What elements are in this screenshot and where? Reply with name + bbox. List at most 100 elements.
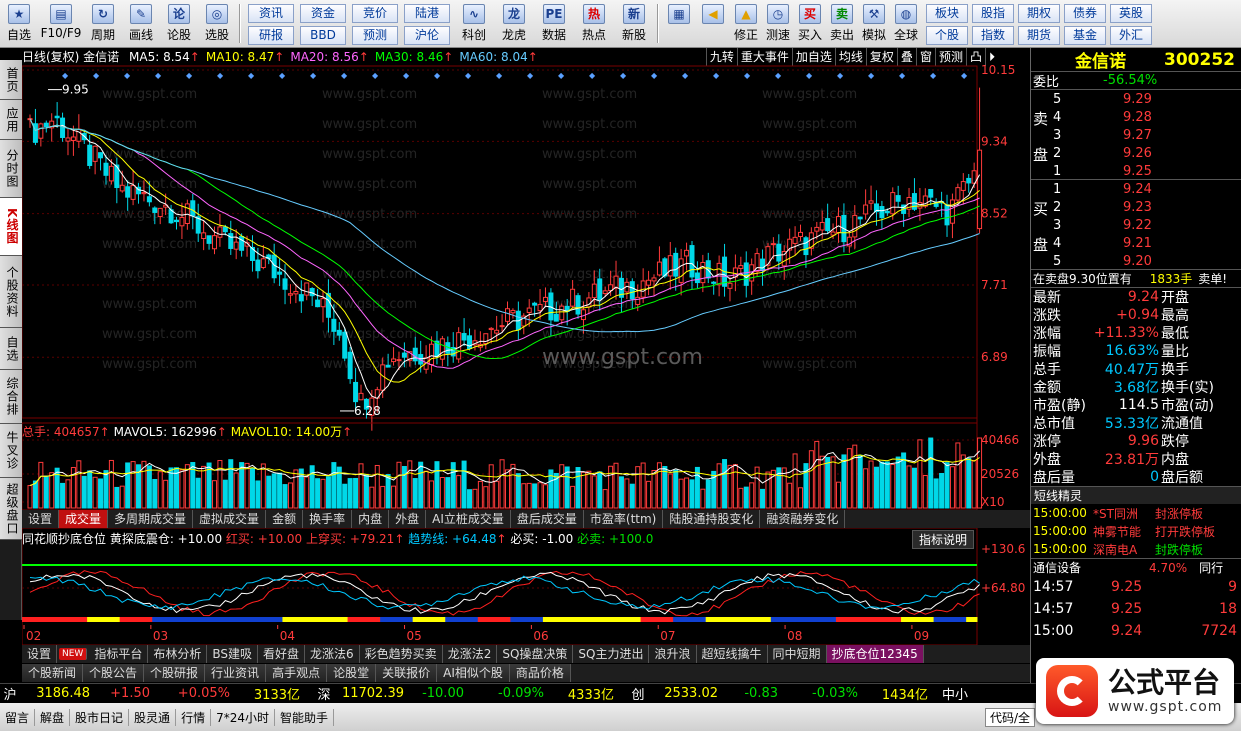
indicator-tab-1[interactable]: NEW [59, 648, 88, 660]
indicator-tab-4[interactable]: BS建吸 [207, 645, 259, 663]
indicator-tab-12[interactable]: 超短线擒牛 [697, 645, 768, 663]
grid2-button-2[interactable]: 期权 [1018, 4, 1060, 23]
left-tab-4[interactable]: 个股资料 [0, 256, 22, 328]
volume-tab-2[interactable]: 多周期成交量 [108, 510, 194, 528]
volume-tab-10[interactable]: 市盈率(ttm) [584, 510, 664, 528]
left-tab-1[interactable]: 应用 [0, 100, 22, 140]
indicator-explain-button[interactable]: 指标说明 [911, 530, 974, 549]
volume-tab-4[interactable]: 金额 [266, 510, 304, 528]
code-search-input[interactable]: 代码/全 [984, 707, 1035, 727]
bids-row[interactable]: 3 9.22 [1031, 216, 1241, 234]
volume-tab-8[interactable]: AI立桩成交量 [426, 510, 511, 528]
grid2-button-7[interactable]: 期货 [1018, 26, 1060, 45]
grid1-button-3[interactable]: 陆港 [404, 4, 450, 23]
indicator-tab-14[interactable]: 抄底仓位12345 [826, 645, 924, 663]
news-tab-8[interactable]: 商品价格 [509, 664, 571, 682]
volume-tab-7[interactable]: 外盘 [389, 510, 427, 528]
buttons2-button-4[interactable]: 新新股 [614, 0, 654, 47]
buttons3-button-6[interactable]: ⚒ 模拟 [858, 0, 890, 47]
indicator-tab-6[interactable]: 龙涨法6 [305, 645, 360, 663]
indicator-tab-9[interactable]: SQ操盘决策 [497, 645, 574, 663]
asks-row[interactable]: 5 9.29 [1031, 90, 1241, 108]
grid2-button-9[interactable]: 外汇 [1110, 26, 1152, 45]
asks-row[interactable]: 4 9.28 [1031, 108, 1241, 126]
asks-row[interactable]: 2 9.26 [1031, 144, 1241, 162]
elf-title[interactable]: 短线精灵 [1031, 486, 1241, 504]
news-tab-3[interactable]: 行业资讯 [205, 664, 267, 682]
elf-list[interactable]: 15:00:00 *ST同洲 封涨停板 15:00:00 神雾节能 打开跌停板 15:00:… [1031, 504, 1241, 558]
grid1-button-1[interactable]: 资金 [300, 4, 346, 23]
bids-row[interactable]: 5 9.20 [1031, 252, 1241, 270]
buttons3-button-5[interactable]: 卖卖出 [826, 0, 858, 47]
kline-chart-area[interactable]: 日线(复权) 金信诺 MA5: 8.54↑ MA10: 8.47↑ MA20: 8.… [22, 48, 1030, 645]
news-tab-4[interactable]: 高手观点 [266, 664, 328, 682]
elf-row[interactable]: 15:00:00 深南电A 封跌停板 [1031, 540, 1241, 558]
grid2-button-6[interactable]: 指数 [972, 26, 1014, 45]
buttons3-button-7[interactable]: ◍ 全球 [890, 0, 922, 47]
buttons3-button-3[interactable]: ◷ 测速 [762, 0, 794, 47]
news-tab-1[interactable]: 个股公告 [83, 664, 145, 682]
elf-row[interactable]: 15:00:00 *ST同洲 封涨停板 [1031, 504, 1241, 522]
buttons-button-3[interactable]: ✎ 画线 [122, 0, 160, 47]
left-tab-5[interactable]: 自选股 [0, 328, 22, 370]
indicator-tab-3[interactable]: 布林分析 [148, 645, 208, 663]
grid2-button-4[interactable]: 英股 [1110, 4, 1152, 23]
indicator-tab-11[interactable]: 浪升浪 [649, 645, 697, 663]
grid1-button-7[interactable]: 沪伦 [404, 26, 450, 45]
status-item-3[interactable]: 股灵通 [129, 708, 177, 726]
bids-row[interactable]: 1 9.24 [1031, 180, 1241, 198]
sector-row[interactable]: 通信设备 4.70% 同行 [1031, 558, 1241, 576]
volume-tab-11[interactable]: 陆股通持股变化 [663, 510, 761, 528]
grid2-button-8[interactable]: 基金 [1064, 26, 1106, 45]
status-item-5[interactable]: 7*24小时 [211, 708, 275, 726]
buttons3-button-2[interactable]: ▲ 修正 [730, 0, 762, 47]
indicator-tab-8[interactable]: 龙涨法2 [443, 645, 498, 663]
indicator-tab-2[interactable]: 指标平台 [89, 645, 149, 663]
buttons2-button-1[interactable]: 龙龙虎 [494, 0, 534, 47]
grid1-button-0[interactable]: 资讯 [248, 4, 294, 23]
volume-tab-5[interactable]: 换手率 [303, 510, 353, 528]
buttons3-button-0[interactable]: ▦ [662, 0, 696, 47]
grid1-button-5[interactable]: BBD [300, 26, 346, 45]
grid2-button-3[interactable]: 债券 [1064, 4, 1106, 23]
left-tab-0[interactable]: 首页 [0, 60, 22, 100]
buttons2-button-2[interactable]: PE 数据 [534, 0, 574, 47]
grid2-button-5[interactable]: 个股 [926, 26, 968, 45]
indicator-tab-5[interactable]: 看好盘 [258, 645, 306, 663]
buttons2-button-0[interactable]: ∿ 科创 [454, 0, 494, 47]
buttons-button-1[interactable]: ▤ F10/F9 [38, 0, 84, 47]
asks-row[interactable]: 1 9.25 [1031, 162, 1241, 180]
news-tab-0[interactable]: 个股新闻 [22, 664, 84, 682]
grid1-button-4[interactable]: 研报 [248, 26, 294, 45]
volume-tab-1[interactable]: 成交量 [59, 510, 109, 528]
news-tab-2[interactable]: 个股研报 [144, 664, 206, 682]
asks-row[interactable]: 3 9.27 [1031, 126, 1241, 144]
status-item-6[interactable]: 智能助手 [275, 708, 334, 726]
grid2-button-1[interactable]: 股指 [972, 4, 1014, 23]
left-tab-6[interactable]: 综合排名 [0, 370, 22, 424]
indicator-tab-0[interactable]: 设置 [22, 645, 58, 663]
volume-tab-3[interactable]: 虚拟成交量 [193, 510, 267, 528]
bids-row[interactable]: 4 9.21 [1031, 234, 1241, 252]
bids-row[interactable]: 2 9.23 [1031, 198, 1241, 216]
indicator-tab-13[interactable]: 同中短期 [768, 645, 827, 663]
volume-tab-0[interactable]: 设置 [22, 510, 60, 528]
elf-row[interactable]: 15:00:00 神雾节能 打开跌停板 [1031, 522, 1241, 540]
status-item-2[interactable]: 股市日记 [70, 708, 130, 726]
grid2-button-0[interactable]: 板块 [926, 4, 968, 23]
buttons2-button-3[interactable]: 热热点 [574, 0, 614, 47]
volume-tab-9[interactable]: 盘后成交量 [511, 510, 584, 528]
left-tab-3[interactable]: K线图 [0, 198, 22, 256]
grid1-button-6[interactable]: 预测 [352, 26, 398, 45]
buttons-button-4[interactable]: 论论股 [160, 0, 198, 47]
left-tab-2[interactable]: 分时图 [0, 140, 22, 198]
buttons-button-2[interactable]: ↻ 周期 [84, 0, 122, 47]
buttons-button-5[interactable]: ◎ 选股 [198, 0, 236, 47]
buttons3-button-1[interactable]: ◀ [696, 0, 730, 47]
volume-tab-6[interactable]: 内盘 [352, 510, 390, 528]
news-tab-6[interactable]: 关联报价 [376, 664, 438, 682]
chart-canvas[interactable]: 10.15 9.34 8.52 7.71 6.89 www.gspt.com www.gsp… [22, 48, 1030, 645]
status-item-1[interactable]: 解盘 [35, 708, 71, 726]
indicator-tab-10[interactable]: SQ主力进出 [573, 645, 650, 663]
buttons3-button-4[interactable]: 买买入 [794, 0, 826, 47]
